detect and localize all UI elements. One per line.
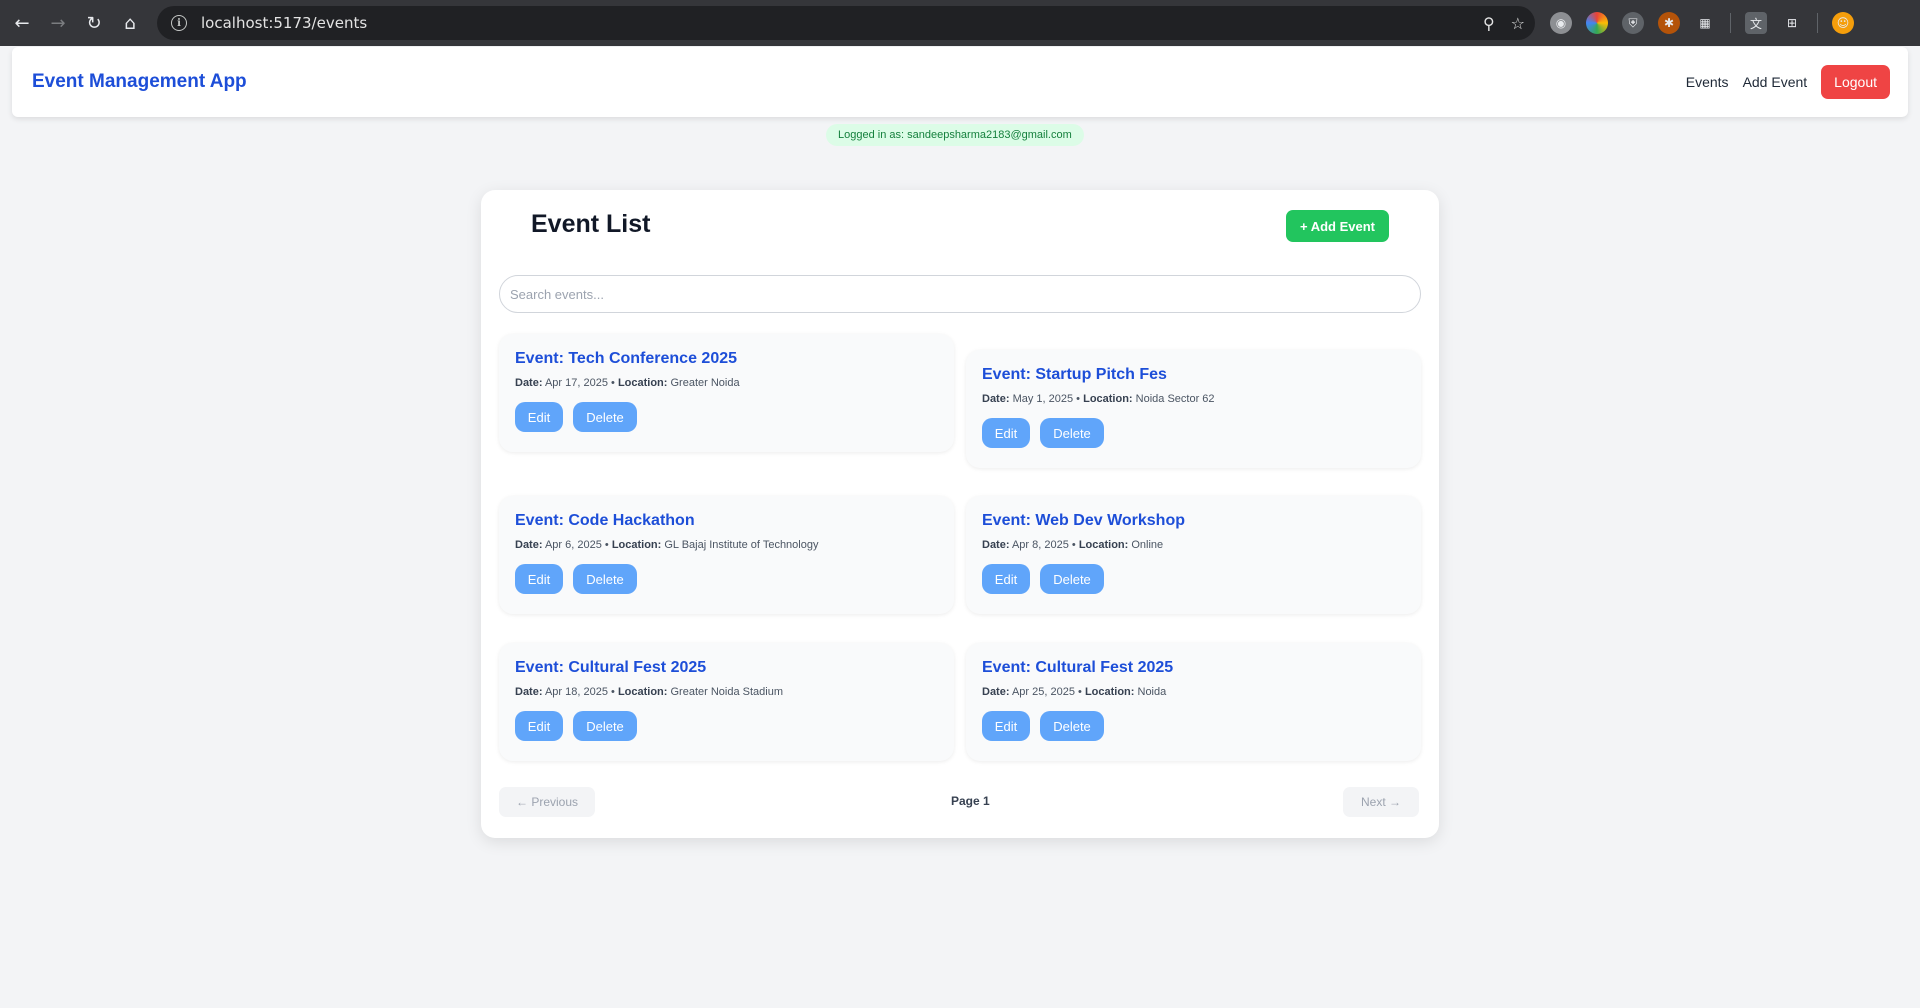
edit-button[interactable]: Edit	[982, 564, 1030, 594]
event-location: Greater Noida Stadium	[670, 686, 784, 698]
event-list-panel: Event List + Add Event Event: Tech Confe…	[481, 190, 1439, 838]
edit-button[interactable]: Edit	[515, 711, 563, 741]
event-meta: Date: Apr 6, 2025 • Location: GL Bajaj I…	[515, 539, 819, 551]
event-location: Noida	[1137, 686, 1167, 698]
delete-button[interactable]: Delete	[573, 402, 637, 432]
browser-toolbar: ← → ↻ ⌂ i localhost:5173/events ⚲ ☆ ◉ ⛨ …	[0, 0, 1920, 46]
edit-button[interactable]: Edit	[982, 711, 1030, 741]
next-page-button[interactable]: Next →	[1343, 787, 1419, 817]
delete-button[interactable]: Delete	[1040, 418, 1104, 448]
event-date: Apr 8, 2025	[1011, 539, 1069, 551]
event-meta: Date: May 1, 2025 • Location: Noida Sect…	[982, 393, 1215, 405]
tab-search-icon[interactable]: ⊞	[1781, 12, 1803, 34]
event-card: Event: Code Hackathon Date: Apr 6, 2025 …	[499, 496, 954, 614]
url-text[interactable]: localhost:5173/events	[201, 14, 367, 32]
extension-shield-icon[interactable]: ⛨	[1622, 12, 1644, 34]
event-card: Event: Tech Conference 2025 Date: Apr 17…	[499, 334, 954, 452]
event-meta: Date: Apr 18, 2025 • Location: Greater N…	[515, 686, 783, 698]
date-label: Date:	[982, 686, 1010, 698]
reload-icon[interactable]: ↻	[76, 5, 112, 41]
toolbar-separator	[1730, 13, 1731, 33]
date-label: Date:	[515, 686, 543, 698]
edit-button[interactable]: Edit	[515, 402, 563, 432]
date-label: Date:	[515, 377, 543, 389]
page-title: Event List	[531, 210, 651, 238]
date-label: Date:	[515, 539, 543, 551]
app-navbar: Event Management App Events Add Event Lo…	[12, 47, 1908, 117]
event-card: Event: Cultural Fest 2025 Date: Apr 18, …	[499, 643, 954, 761]
edit-button[interactable]: Edit	[515, 564, 563, 594]
event-title: Event: Startup Pitch Fes	[982, 366, 1167, 383]
event-title: Event: Code Hackathon	[515, 512, 695, 529]
logout-button[interactable]: Logout	[1821, 65, 1890, 99]
delete-button[interactable]: Delete	[573, 711, 637, 741]
event-date: Apr 6, 2025	[544, 539, 602, 551]
event-card: Event: Web Dev Workshop Date: Apr 8, 202…	[966, 496, 1421, 614]
forward-icon[interactable]: →	[40, 5, 76, 41]
event-location: Greater Noida	[670, 377, 740, 389]
page-indicator: Page 1	[951, 794, 990, 808]
event-location: Online	[1131, 539, 1164, 551]
event-title: Event: Web Dev Workshop	[982, 512, 1185, 529]
event-date: Apr 17, 2025	[544, 377, 608, 389]
event-title: Event: Tech Conference 2025	[515, 350, 738, 367]
search-input[interactable]	[499, 275, 1421, 313]
event-meta: Date: Apr 8, 2025 • Location: Online	[982, 539, 1164, 551]
location-label: Location:	[617, 686, 668, 698]
nav-link-add-event[interactable]: Add Event	[1743, 74, 1808, 90]
event-location: GL Bajaj Institute of Technology	[664, 539, 819, 551]
delete-button[interactable]: Delete	[1040, 564, 1104, 594]
delete-button[interactable]: Delete	[573, 564, 637, 594]
edit-button[interactable]: Edit	[982, 418, 1030, 448]
location-label: Location:	[1084, 686, 1135, 698]
event-location: Noida Sector 62	[1135, 393, 1215, 405]
location-label: Location:	[617, 377, 668, 389]
location-label: Location:	[1078, 539, 1129, 551]
toolbar-separator	[1817, 13, 1818, 33]
event-card: Event: Cultural Fest 2025 Date: Apr 25, …	[966, 643, 1421, 761]
home-icon[interactable]: ⌂	[112, 5, 148, 41]
location-label: Location:	[1083, 393, 1133, 405]
extension-eyes-icon[interactable]: ◉	[1550, 12, 1572, 34]
bookmark-star-icon[interactable]: ☆	[1511, 14, 1525, 33]
app-brand[interactable]: Event Management App	[32, 47, 247, 117]
back-icon[interactable]: ←	[4, 5, 40, 41]
previous-page-button[interactable]: ← Previous	[499, 787, 595, 817]
event-title: Event: Cultural Fest 2025	[515, 659, 707, 676]
translate-icon[interactable]: 文	[1745, 12, 1767, 34]
date-label: Date:	[982, 539, 1010, 551]
extension-color-icon[interactable]	[1586, 12, 1608, 34]
extension-bug-icon[interactable]: ✱	[1658, 12, 1680, 34]
address-bar[interactable]: i localhost:5173/events ⚲ ☆	[157, 6, 1535, 40]
nav-link-events[interactable]: Events	[1686, 74, 1729, 90]
profile-avatar-icon[interactable]: ☺	[1832, 12, 1854, 34]
location-label: Location:	[611, 539, 662, 551]
extensions-puzzle-icon[interactable]: ▦	[1694, 12, 1716, 34]
event-date: May 1, 2025	[1012, 393, 1074, 405]
event-date: Apr 25, 2025	[1011, 686, 1075, 698]
login-status-badge: Logged in as: sandeepsharma2183@gmail.co…	[826, 124, 1084, 146]
delete-button[interactable]: Delete	[1040, 711, 1104, 741]
date-label: Date:	[982, 393, 1010, 405]
event-meta: Date: Apr 17, 2025 • Location: Greater N…	[515, 377, 740, 389]
zoom-icon[interactable]: ⚲	[1483, 14, 1495, 33]
event-card: Event: Startup Pitch Fes Date: May 1, 20…	[966, 350, 1421, 468]
event-meta: Date: Apr 25, 2025 • Location: Noida	[982, 686, 1167, 698]
site-info-icon[interactable]: i	[171, 15, 187, 31]
event-date: Apr 18, 2025	[544, 686, 608, 698]
event-title: Event: Cultural Fest 2025	[982, 659, 1174, 676]
add-event-button[interactable]: + Add Event	[1286, 210, 1389, 242]
